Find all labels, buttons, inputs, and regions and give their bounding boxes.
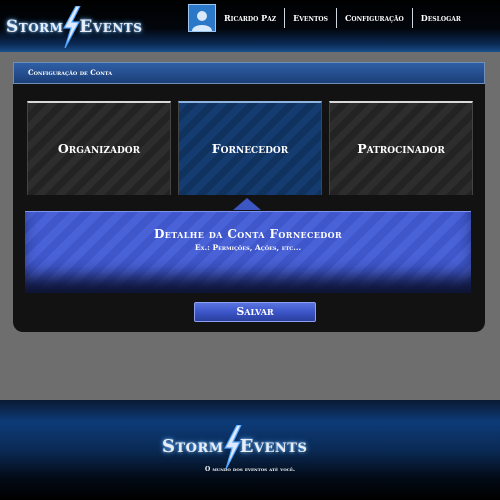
- nav-deslogar[interactable]: Deslogar: [413, 8, 469, 28]
- logo-text-left: Storm: [6, 17, 64, 37]
- account-type-patrocinador[interactable]: Patrocinador: [329, 101, 473, 195]
- site-footer: Storm Events O mundo dos eventos até voc…: [0, 400, 500, 500]
- detail-subtitle: Ex.: Permições, Ações, etc...: [194, 243, 302, 252]
- account-detail-box: Detalhe da Conta Fornecedor Ex.: Permiçõ…: [25, 211, 471, 293]
- nav-configuracao[interactable]: Configuração: [337, 8, 412, 28]
- top-nav: Ricardo Paz Eventos Configuração Desloga…: [188, 4, 469, 32]
- lightning-bolt-icon: [63, 6, 82, 48]
- footer-tagline: O mundo dos eventos até você.: [205, 466, 295, 473]
- detail-title: Detalhe da Conta Fornecedor: [153, 227, 343, 241]
- footer-logo-text-right: Events: [239, 435, 308, 457]
- footer-logo[interactable]: Storm Events: [162, 425, 338, 469]
- lightning-bolt-icon: [223, 425, 242, 469]
- site-logo[interactable]: Storm Events: [6, 6, 168, 48]
- nav-eventos[interactable]: Eventos: [285, 8, 336, 28]
- logo-text-right: Events: [79, 17, 143, 37]
- account-settings-panel: Configuração de Conta Organizador Fornec…: [13, 62, 485, 332]
- avatar[interactable]: [188, 4, 216, 32]
- site-header: Storm Events Ricardo Paz Eventos Configu…: [0, 0, 500, 52]
- footer-logo-text-left: Storm: [162, 435, 224, 457]
- user-name[interactable]: Ricardo Paz: [216, 8, 284, 28]
- account-type-organizador[interactable]: Organizador: [27, 101, 171, 195]
- account-type-fornecedor[interactable]: Fornecedor: [178, 101, 322, 195]
- panel-title: Configuração de Conta: [13, 62, 485, 84]
- selection-pointer: [233, 198, 261, 210]
- save-button[interactable]: Salvar: [194, 302, 316, 322]
- user-icon: [192, 11, 212, 31]
